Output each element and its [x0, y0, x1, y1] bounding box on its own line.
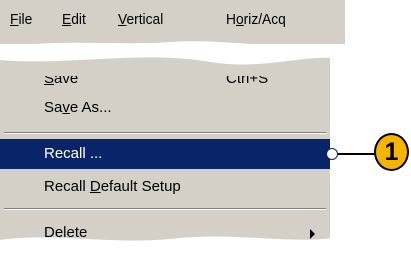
menu-separator — [4, 132, 326, 134]
recall-label: Recall ... — [44, 145, 103, 162]
callout-leader-line — [334, 153, 379, 155]
menu-vertical-accel: V — [118, 11, 127, 28]
callout-number-badge: 1 — [374, 133, 409, 171]
recall-default-rest: efault Setup — [100, 178, 181, 195]
menu-edit-rest: dit — [71, 11, 86, 28]
menu-item-save-as[interactable]: Save As... — [0, 93, 330, 123]
save-as-accel: v — [62, 99, 70, 116]
menu-vertical-rest: ertical — [126, 11, 164, 28]
torn-edge-top — [0, 41, 345, 76]
recall-default-pre: Recall — [44, 178, 90, 195]
menu-edit[interactable]: Edit — [62, 11, 86, 28]
recall-default-label: Recall Default Setup — [44, 178, 181, 195]
menu-horiz-acq-pre: H — [226, 11, 236, 28]
menu-vertical[interactable]: Vertical — [118, 11, 163, 28]
save-as-pre: Sa — [44, 99, 63, 116]
menu-file-accel: F — [10, 11, 19, 28]
menu-item-recall[interactable]: Recall ... — [0, 139, 330, 169]
save-as-rest: e As... — [69, 99, 112, 116]
menu-horiz-acq-rest: riz/Acq — [243, 11, 286, 28]
menu-file-rest: ile — [18, 11, 33, 28]
menu-separator — [4, 208, 326, 210]
torn-edge-bottom — [0, 236, 345, 263]
recall-default-accel: D — [89, 178, 101, 195]
callout-dot — [326, 148, 338, 160]
menu-edit-accel: E — [62, 11, 72, 28]
callout-number: 1 — [384, 138, 399, 166]
menu-file[interactable]: File — [10, 11, 32, 28]
menu-horiz-acq[interactable]: Horiz/Acq — [226, 11, 286, 28]
menu-item-recall-default-setup[interactable]: Recall Default Setup — [0, 172, 330, 202]
save-as-label: Save As... — [44, 99, 112, 116]
